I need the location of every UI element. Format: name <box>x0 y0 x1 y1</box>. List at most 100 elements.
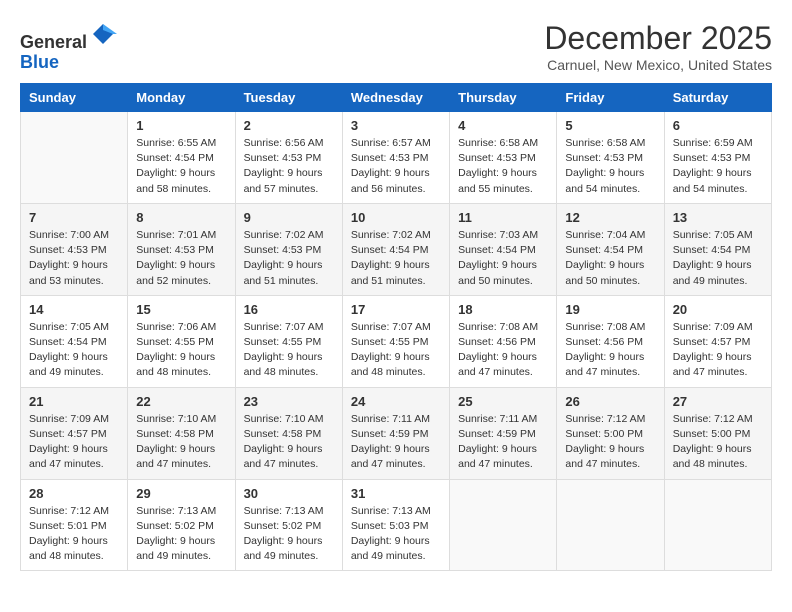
calendar-cell: 11Sunrise: 7:03 AMSunset: 4:54 PMDayligh… <box>450 203 557 295</box>
day-number: 27 <box>673 394 763 409</box>
day-info: Sunrise: 7:02 AMSunset: 4:53 PMDaylight:… <box>244 228 334 289</box>
logo-general: General <box>20 32 87 52</box>
day-info: Sunrise: 7:09 AMSunset: 4:57 PMDaylight:… <box>673 320 763 381</box>
day-number: 30 <box>244 486 334 501</box>
day-info: Sunrise: 7:08 AMSunset: 4:56 PMDaylight:… <box>565 320 655 381</box>
page-header: General Blue December 2025 Carnuel, New … <box>20 20 772 73</box>
day-info: Sunrise: 7:12 AMSunset: 5:01 PMDaylight:… <box>29 504 119 565</box>
day-number: 23 <box>244 394 334 409</box>
day-info: Sunrise: 7:13 AMSunset: 5:03 PMDaylight:… <box>351 504 441 565</box>
day-number: 6 <box>673 118 763 133</box>
day-number: 13 <box>673 210 763 225</box>
day-number: 8 <box>136 210 226 225</box>
title-block: December 2025 Carnuel, New Mexico, Unite… <box>544 20 772 73</box>
day-number: 16 <box>244 302 334 317</box>
day-info: Sunrise: 7:11 AMSunset: 4:59 PMDaylight:… <box>351 412 441 473</box>
calendar-cell: 20 Sunrise: 7:09 AMSunset: 4:57 PMDayligh… <box>664 295 771 387</box>
day-number: 20 <box>673 302 763 317</box>
day-number: 12 <box>565 210 655 225</box>
location: Carnuel, New Mexico, United States <box>544 57 772 73</box>
calendar-cell: 17 Sunrise: 7:07 AMSunset: 4:55 PMDayligh… <box>342 295 449 387</box>
day-number: 4 <box>458 118 548 133</box>
calendar-cell: 18 Sunrise: 7:08 AMSunset: 4:56 PMDayligh… <box>450 295 557 387</box>
calendar-cell <box>21 112 128 204</box>
calendar-cell: 16 Sunrise: 7:07 AMSunset: 4:55 PMDayligh… <box>235 295 342 387</box>
calendar-cell: 22 Sunrise: 7:10 AMSunset: 4:58 PMDayligh… <box>128 387 235 479</box>
weekday-header: Tuesday <box>235 84 342 112</box>
calendar-cell: 4 Sunrise: 6:58 AMSunset: 4:53 PMDaylight… <box>450 112 557 204</box>
day-info: Sunrise: 6:59 AMSunset: 4:53 PMDaylight:… <box>673 136 763 197</box>
day-info: Sunrise: 7:12 AMSunset: 5:00 PMDaylight:… <box>673 412 763 473</box>
day-info: Sunrise: 6:58 AMSunset: 4:53 PMDaylight:… <box>565 136 655 197</box>
calendar-cell: 3 Sunrise: 6:57 AMSunset: 4:53 PMDaylight… <box>342 112 449 204</box>
calendar-cell <box>450 479 557 571</box>
day-info: Sunrise: 6:58 AMSunset: 4:53 PMDaylight:… <box>458 136 548 197</box>
calendar-cell: 13 Sunrise: 7:05 AMSunset: 4:54 PMDayligh… <box>664 203 771 295</box>
calendar-cell: 14Sunrise: 7:05 AMSunset: 4:54 PMDayligh… <box>21 295 128 387</box>
day-info: Sunrise: 7:07 AMSunset: 4:55 PMDaylight:… <box>244 320 334 381</box>
weekday-header: Saturday <box>664 84 771 112</box>
calendar-cell: 9 Sunrise: 7:02 AMSunset: 4:53 PMDaylight… <box>235 203 342 295</box>
day-number: 24 <box>351 394 441 409</box>
weekday-header: Friday <box>557 84 664 112</box>
weekday-header: Wednesday <box>342 84 449 112</box>
day-number: 22 <box>136 394 226 409</box>
calendar-cell: 12 Sunrise: 7:04 AMSunset: 4:54 PMDayligh… <box>557 203 664 295</box>
calendar-cell: 21 Sunrise: 7:09 AMSunset: 4:57 PMDayligh… <box>21 387 128 479</box>
day-info: Sunrise: 7:05 AMSunset: 4:54 PMDaylight:… <box>673 228 763 289</box>
calendar-cell: 19 Sunrise: 7:08 AMSunset: 4:56 PMDayligh… <box>557 295 664 387</box>
day-info: Sunrise: 7:06 AMSunset: 4:55 PMDaylight:… <box>136 320 226 381</box>
day-info: Sunrise: 7:12 AMSunset: 5:00 PMDaylight:… <box>565 412 655 473</box>
day-info: Sunrise: 7:03 AMSunset: 4:54 PMDaylight:… <box>458 228 548 289</box>
day-number: 31 <box>351 486 441 501</box>
day-info: Sunrise: 6:57 AMSunset: 4:53 PMDaylight:… <box>351 136 441 197</box>
calendar-cell: 29 Sunrise: 7:13 AMSunset: 5:02 PMDayligh… <box>128 479 235 571</box>
calendar-cell: 23 Sunrise: 7:10 AMSunset: 4:58 PMDayligh… <box>235 387 342 479</box>
day-info: Sunrise: 6:56 AMSunset: 4:53 PMDaylight:… <box>244 136 334 197</box>
day-number: 7 <box>29 210 119 225</box>
day-info: Sunrise: 7:08 AMSunset: 4:56 PMDaylight:… <box>458 320 548 381</box>
day-number: 15 <box>136 302 226 317</box>
calendar-cell: 28 Sunrise: 7:12 AMSunset: 5:01 PMDayligh… <box>21 479 128 571</box>
calendar-table: SundayMondayTuesdayWednesdayThursdayFrid… <box>20 83 772 571</box>
day-number: 29 <box>136 486 226 501</box>
day-info: Sunrise: 7:07 AMSunset: 4:55 PMDaylight:… <box>351 320 441 381</box>
calendar-cell: 1 Sunrise: 6:55 AMSunset: 4:54 PMDaylight… <box>128 112 235 204</box>
day-number: 28 <box>29 486 119 501</box>
day-number: 26 <box>565 394 655 409</box>
calendar-cell: 31 Sunrise: 7:13 AMSunset: 5:03 PMDayligh… <box>342 479 449 571</box>
day-number: 17 <box>351 302 441 317</box>
calendar-cell: 26 Sunrise: 7:12 AMSunset: 5:00 PMDayligh… <box>557 387 664 479</box>
weekday-header: Sunday <box>21 84 128 112</box>
day-number: 25 <box>458 394 548 409</box>
day-number: 1 <box>136 118 226 133</box>
day-info: Sunrise: 7:02 AMSunset: 4:54 PMDaylight:… <box>351 228 441 289</box>
calendar-cell <box>557 479 664 571</box>
calendar-cell: 6 Sunrise: 6:59 AMSunset: 4:53 PMDaylight… <box>664 112 771 204</box>
day-number: 5 <box>565 118 655 133</box>
day-info: Sunrise: 7:10 AMSunset: 4:58 PMDaylight:… <box>244 412 334 473</box>
day-number: 3 <box>351 118 441 133</box>
logo-blue: Blue <box>20 52 59 72</box>
day-info: Sunrise: 7:04 AMSunset: 4:54 PMDaylight:… <box>565 228 655 289</box>
day-info: Sunrise: 7:05 AMSunset: 4:54 PMDaylight:… <box>29 320 119 381</box>
day-number: 9 <box>244 210 334 225</box>
day-number: 10 <box>351 210 441 225</box>
calendar-cell: 25Sunrise: 7:11 AMSunset: 4:59 PMDayligh… <box>450 387 557 479</box>
day-number: 18 <box>458 302 548 317</box>
day-info: Sunrise: 7:13 AMSunset: 5:02 PMDaylight:… <box>244 504 334 565</box>
day-number: 21 <box>29 394 119 409</box>
logo: General Blue <box>20 20 117 73</box>
day-info: Sunrise: 7:09 AMSunset: 4:57 PMDaylight:… <box>29 412 119 473</box>
day-info: Sunrise: 7:10 AMSunset: 4:58 PMDaylight:… <box>136 412 226 473</box>
weekday-header: Monday <box>128 84 235 112</box>
weekday-header: Thursday <box>450 84 557 112</box>
calendar-cell: 8Sunrise: 7:01 AMSunset: 4:53 PMDaylight… <box>128 203 235 295</box>
day-info: Sunrise: 6:55 AMSunset: 4:54 PMDaylight:… <box>136 136 226 197</box>
calendar-cell <box>664 479 771 571</box>
day-number: 19 <box>565 302 655 317</box>
day-number: 2 <box>244 118 334 133</box>
calendar-cell: 30 Sunrise: 7:13 AMSunset: 5:02 PMDayligh… <box>235 479 342 571</box>
calendar-cell: 2 Sunrise: 6:56 AMSunset: 4:53 PMDaylight… <box>235 112 342 204</box>
day-info: Sunrise: 7:13 AMSunset: 5:02 PMDaylight:… <box>136 504 226 565</box>
